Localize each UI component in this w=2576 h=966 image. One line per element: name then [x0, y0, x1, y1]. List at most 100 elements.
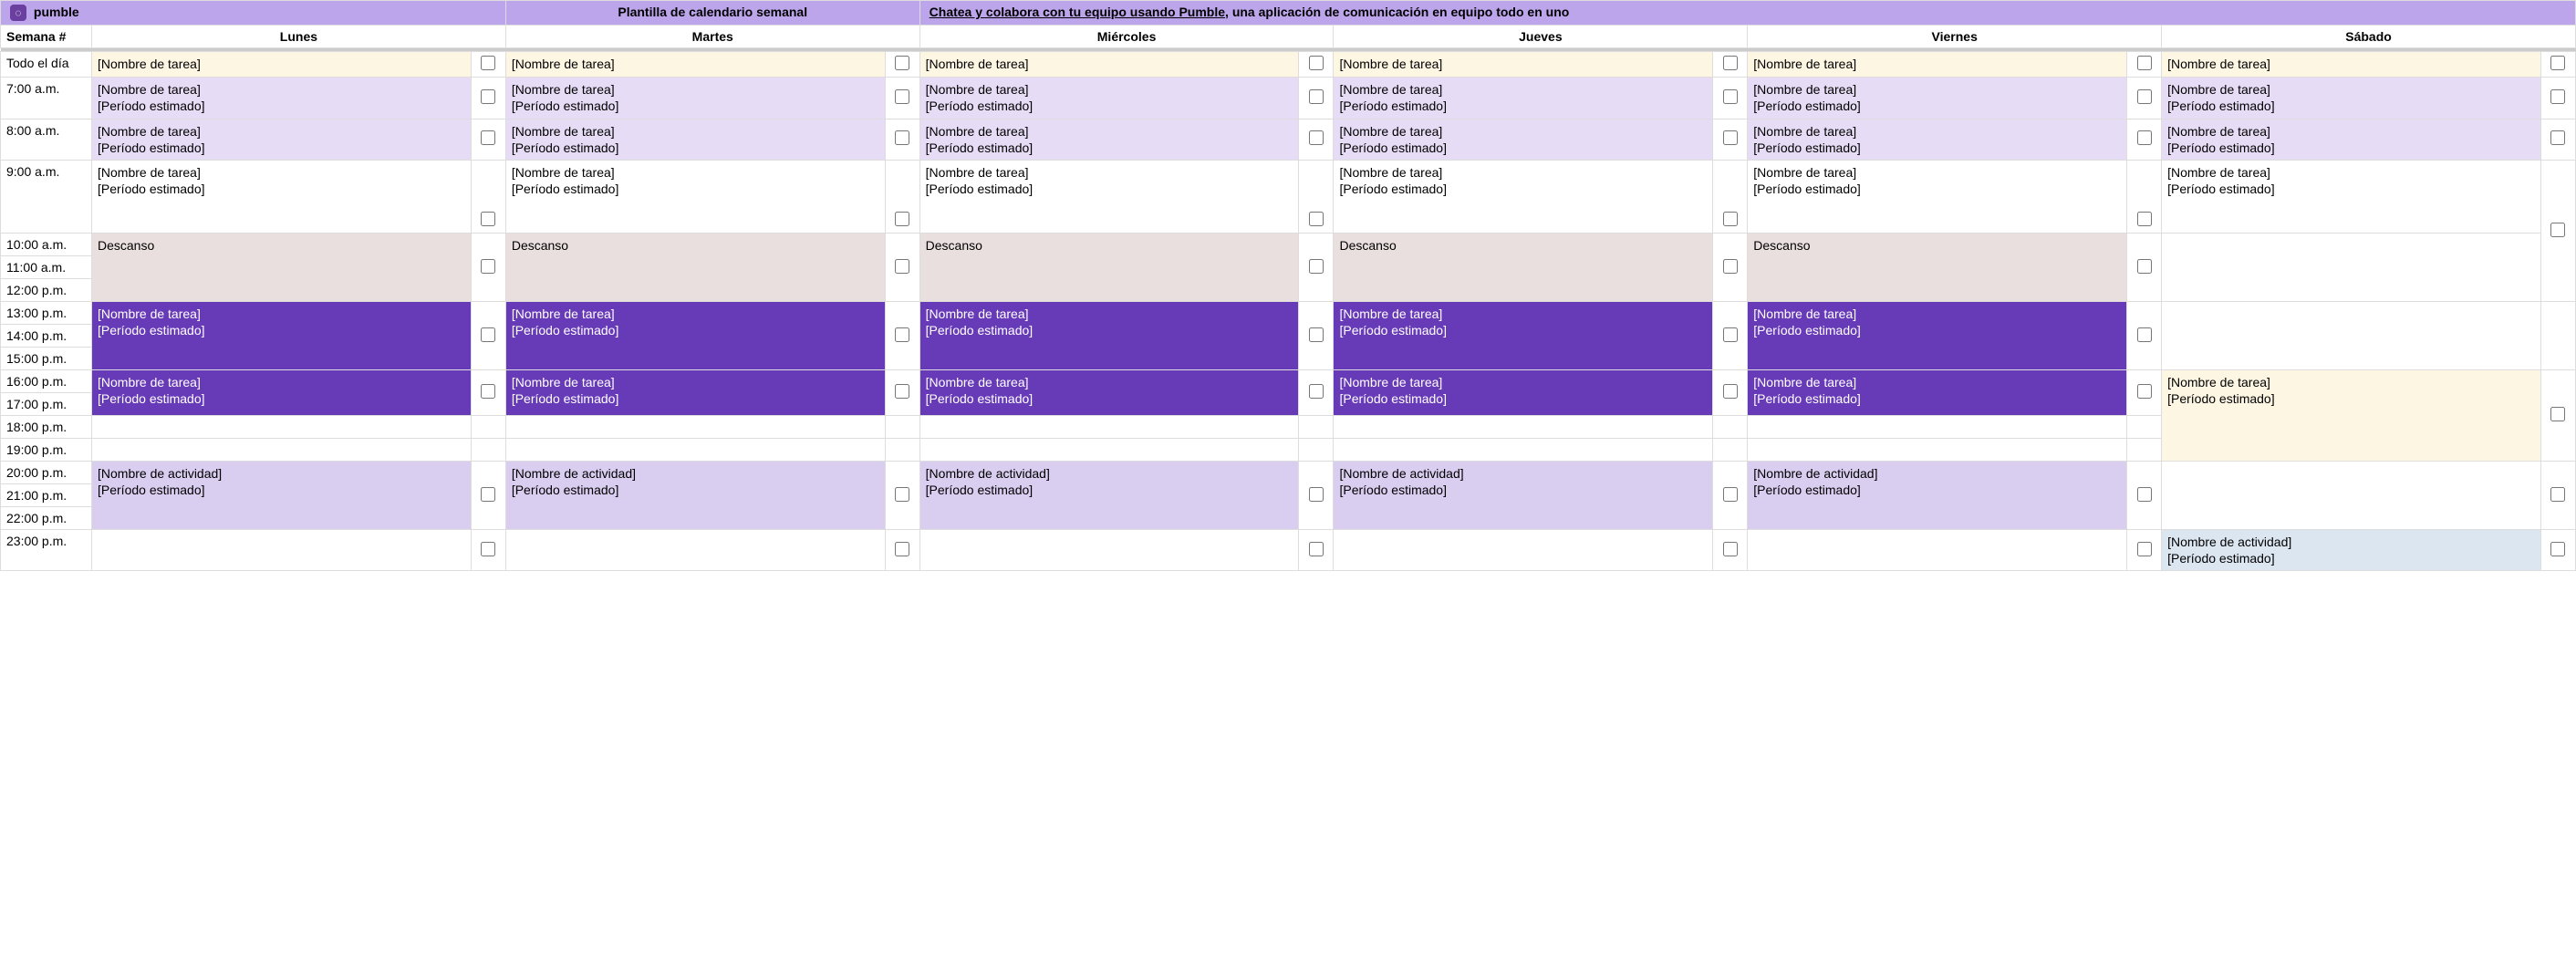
- task-checkbox[interactable]: [1723, 542, 1738, 556]
- task-checkbox[interactable]: [2137, 212, 2152, 226]
- cell[interactable]: [919, 530, 1299, 571]
- cell-break[interactable]: Descanso: [919, 234, 1299, 302]
- cell[interactable]: [1334, 416, 1713, 439]
- cell[interactable]: [Nombre de actividad][Período estimado]: [1748, 462, 2127, 530]
- cell[interactable]: [Nombre de actividad][Período estimado]: [919, 462, 1299, 530]
- task-checkbox[interactable]: [481, 56, 495, 70]
- cell[interactable]: [Nombre de tarea][Período estimado]: [1334, 119, 1713, 160]
- cell[interactable]: [2162, 302, 2541, 370]
- task-checkbox[interactable]: [2550, 487, 2565, 502]
- task-checkbox[interactable]: [895, 384, 909, 399]
- task-checkbox[interactable]: [1723, 384, 1738, 399]
- cell[interactable]: [Nombre de tarea][Período estimado]: [1334, 161, 1713, 234]
- cell[interactable]: [Nombre de tarea][Período estimado]: [1334, 370, 1713, 416]
- cell-break[interactable]: Descanso: [1334, 234, 1713, 302]
- cell[interactable]: [Nombre de actividad][Período estimado]: [505, 462, 885, 530]
- cell[interactable]: [505, 530, 885, 571]
- task-checkbox[interactable]: [2137, 542, 2152, 556]
- task-checkbox[interactable]: [1309, 130, 1324, 145]
- task-checkbox[interactable]: [895, 212, 909, 226]
- cell[interactable]: [Nombre de tarea]: [919, 52, 1299, 78]
- task-checkbox[interactable]: [2137, 384, 2152, 399]
- cell[interactable]: [Nombre de tarea][Período estimado]: [1748, 119, 2127, 160]
- task-checkbox[interactable]: [2137, 487, 2152, 502]
- cell[interactable]: [505, 416, 885, 439]
- cell[interactable]: [Nombre de actividad][Período estimado]: [1334, 462, 1713, 530]
- cell[interactable]: [Nombre de tarea][Período estimado]: [1748, 370, 2127, 416]
- task-checkbox[interactable]: [1309, 259, 1324, 274]
- task-checkbox[interactable]: [1723, 56, 1738, 70]
- cell[interactable]: [Nombre de actividad][Período estimado]: [2162, 530, 2541, 571]
- task-checkbox[interactable]: [481, 212, 495, 226]
- cell[interactable]: [1334, 439, 1713, 462]
- cell[interactable]: [Nombre de tarea][Período estimado]: [92, 119, 472, 160]
- cell[interactable]: [Nombre de tarea][Período estimado]: [1748, 161, 2127, 234]
- task-checkbox[interactable]: [895, 327, 909, 342]
- task-checkbox[interactable]: [2137, 259, 2152, 274]
- cell[interactable]: [Nombre de tarea][Período estimado]: [92, 302, 472, 370]
- cell[interactable]: [1748, 416, 2127, 439]
- task-checkbox[interactable]: [2550, 542, 2565, 556]
- cell[interactable]: [92, 530, 472, 571]
- task-checkbox[interactable]: [1309, 542, 1324, 556]
- task-checkbox[interactable]: [2550, 89, 2565, 104]
- task-checkbox[interactable]: [481, 542, 495, 556]
- cell[interactable]: [Nombre de tarea][Período estimado]: [92, 78, 472, 119]
- cell[interactable]: [Nombre de tarea][Período estimado]: [919, 302, 1299, 370]
- cell[interactable]: [Nombre de tarea][Período estimado]: [92, 370, 472, 416]
- cell-break[interactable]: Descanso: [1748, 234, 2127, 302]
- task-checkbox[interactable]: [895, 542, 909, 556]
- cell[interactable]: [1748, 530, 2127, 571]
- cell[interactable]: [92, 416, 472, 439]
- task-checkbox[interactable]: [895, 130, 909, 145]
- cell[interactable]: [Nombre de tarea][Período estimado]: [2162, 119, 2541, 160]
- task-checkbox[interactable]: [2137, 56, 2152, 70]
- task-checkbox[interactable]: [1723, 259, 1738, 274]
- cell[interactable]: [2162, 462, 2541, 530]
- task-checkbox[interactable]: [1309, 56, 1324, 70]
- task-checkbox[interactable]: [2137, 89, 2152, 104]
- task-checkbox[interactable]: [1723, 212, 1738, 226]
- task-checkbox[interactable]: [895, 259, 909, 274]
- task-checkbox[interactable]: [481, 487, 495, 502]
- cell[interactable]: [Nombre de tarea][Período estimado]: [1748, 302, 2127, 370]
- task-checkbox[interactable]: [481, 384, 495, 399]
- cell[interactable]: [919, 416, 1299, 439]
- cell[interactable]: [Nombre de tarea][Período estimado]: [1334, 302, 1713, 370]
- task-checkbox[interactable]: [1309, 327, 1324, 342]
- cell[interactable]: [Nombre de tarea][Período estimado]: [919, 119, 1299, 160]
- cell[interactable]: [Nombre de tarea][Período estimado]: [505, 78, 885, 119]
- task-checkbox[interactable]: [1723, 327, 1738, 342]
- cell[interactable]: [Nombre de tarea]: [505, 52, 885, 78]
- cell[interactable]: [Nombre de tarea][Período estimado]: [1334, 78, 1713, 119]
- cell[interactable]: [Nombre de tarea]: [1748, 52, 2127, 78]
- cell[interactable]: [Nombre de tarea]: [92, 52, 472, 78]
- cell[interactable]: [Nombre de tarea][Período estimado]: [2162, 78, 2541, 119]
- task-checkbox[interactable]: [2550, 407, 2565, 421]
- task-checkbox[interactable]: [1309, 487, 1324, 502]
- cell-break[interactable]: Descanso: [505, 234, 885, 302]
- cell[interactable]: [Nombre de actividad][Período estimado]: [92, 462, 472, 530]
- task-checkbox[interactable]: [2137, 130, 2152, 145]
- task-checkbox[interactable]: [2550, 223, 2565, 237]
- cell[interactable]: [Nombre de tarea][Período estimado]: [505, 370, 885, 416]
- task-checkbox[interactable]: [1309, 384, 1324, 399]
- task-checkbox[interactable]: [1309, 212, 1324, 226]
- cell[interactable]: [Nombre de tarea][Período estimado]: [505, 302, 885, 370]
- cell[interactable]: [Nombre de tarea][Período estimado]: [2162, 161, 2541, 234]
- cell[interactable]: [Nombre de tarea]: [1334, 52, 1713, 78]
- cell[interactable]: [505, 439, 885, 462]
- cell[interactable]: [Nombre de tarea][Período estimado]: [1748, 78, 2127, 119]
- promo-link-bold[interactable]: Chatea y colabora con tu equipo usando P…: [930, 5, 1229, 19]
- banner-promo[interactable]: Chatea y colabora con tu equipo usando P…: [919, 1, 2575, 26]
- cell[interactable]: [919, 439, 1299, 462]
- cell[interactable]: [Nombre de tarea][Período estimado]: [92, 161, 472, 234]
- cell[interactable]: [Nombre de tarea][Período estimado]: [505, 161, 885, 234]
- task-checkbox[interactable]: [2550, 56, 2565, 70]
- task-checkbox[interactable]: [481, 130, 495, 145]
- task-checkbox[interactable]: [1723, 130, 1738, 145]
- cell[interactable]: [92, 439, 472, 462]
- cell[interactable]: [1748, 439, 2127, 462]
- task-checkbox[interactable]: [895, 56, 909, 70]
- task-checkbox[interactable]: [481, 259, 495, 274]
